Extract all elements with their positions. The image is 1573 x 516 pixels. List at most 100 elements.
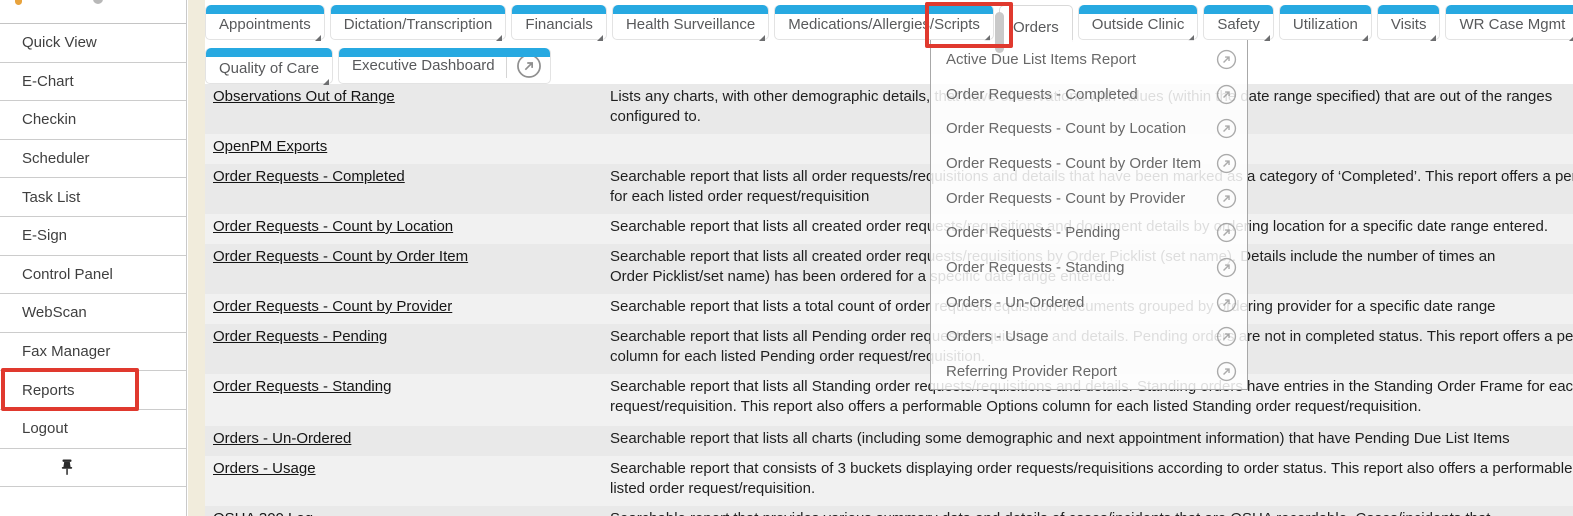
menu-item-order-requests-count-by-order-item[interactable]: Order Requests - Count by Order Item bbox=[931, 146, 1247, 181]
app-window: Quick View E-Chart Checkin Scheduler Tas… bbox=[0, 0, 1573, 516]
chevron-down-icon bbox=[315, 35, 321, 41]
tab-accent-bar bbox=[775, 5, 993, 14]
sidebar-item-label: Logout bbox=[22, 420, 68, 437]
sidebar-item-reports[interactable]: Reports bbox=[0, 371, 186, 410]
report-link-order-requests-count-by-order-item[interactable]: Order Requests - Count by Order Item bbox=[213, 247, 468, 267]
report-link-order-requests-completed[interactable]: Order Requests - Completed bbox=[213, 167, 405, 187]
orders-dropdown-menu: Active Due List Items Report Order Reque… bbox=[930, 40, 1248, 390]
tab-accent-bar bbox=[339, 48, 550, 57]
menu-item-active-due-list-items-report[interactable]: Active Due List Items Report bbox=[931, 42, 1247, 77]
menu-item-label: Orders - Un-Ordered bbox=[946, 294, 1084, 311]
sidebar-item-e-chart[interactable]: E-Chart bbox=[0, 63, 186, 102]
sidebar-item-label: WebScan bbox=[22, 304, 87, 321]
tab-label: Medications/Allergies/Scripts bbox=[788, 16, 980, 39]
open-report-icon[interactable] bbox=[1216, 84, 1237, 105]
tab-accent-bar bbox=[1079, 5, 1198, 14]
menu-item-referring-provider-report[interactable]: Referring Provider Report bbox=[931, 354, 1247, 389]
menu-item-orders-un-ordered[interactable]: Orders - Un-Ordered bbox=[931, 285, 1247, 320]
tab-executive-dashboard[interactable]: Executive Dashboard bbox=[338, 48, 551, 84]
sidebar-item-quick-view[interactable]: Quick View bbox=[0, 24, 186, 63]
tab-wr-case-mgmt[interactable]: WR Case Mgmt bbox=[1445, 5, 1573, 40]
tab-dictation-transcription[interactable]: Dictation/Transcription bbox=[330, 5, 507, 40]
sidebar-item-task-list[interactable]: Task List bbox=[0, 178, 186, 217]
menu-item-order-requests-completed[interactable]: Order Requests - Completed bbox=[931, 77, 1247, 112]
sidebar: Quick View E-Chart Checkin Scheduler Tas… bbox=[0, 0, 187, 516]
tab-utilization[interactable]: Utilization bbox=[1279, 5, 1372, 40]
report-link-orders-usage[interactable]: Orders - Usage bbox=[213, 459, 316, 479]
report-row: Orders - Un-Ordered Searchable report th… bbox=[205, 426, 1573, 456]
tab-visits[interactable]: Visits bbox=[1377, 5, 1441, 40]
report-description: Searchable report that lists all charts … bbox=[610, 426, 1573, 456]
description-line: request/requisition. This report also of… bbox=[610, 397, 1573, 417]
report-link-osha-300-log[interactable]: OSHA 300 Log bbox=[213, 509, 313, 516]
report-link-order-requests-count-by-location[interactable]: Order Requests - Count by Location bbox=[213, 217, 453, 237]
sidebar-item-e-sign[interactable]: E-Sign bbox=[0, 217, 186, 256]
tab-outside-clinic[interactable]: Outside Clinic bbox=[1078, 5, 1199, 40]
report-link-orders-un-ordered[interactable]: Orders - Un-Ordered bbox=[213, 429, 351, 449]
tab-health-surveillance[interactable]: Health Surveillance bbox=[612, 5, 769, 40]
sidebar-item-label: Fax Manager bbox=[22, 343, 110, 360]
open-report-icon[interactable] bbox=[1216, 49, 1237, 70]
menu-item-label: Active Due List Items Report bbox=[946, 51, 1136, 68]
sidebar-item-logout[interactable]: Logout bbox=[0, 410, 186, 449]
report-link-observations-out-of-range[interactable]: Observations Out of Range bbox=[213, 87, 395, 107]
report-row: Order Requests - Count by Order Item Sea… bbox=[205, 244, 1573, 294]
open-report-icon[interactable] bbox=[1216, 118, 1237, 139]
tab-scrollbar-thumb[interactable] bbox=[995, 12, 1004, 53]
tab-label: Health Surveillance bbox=[626, 16, 755, 39]
open-report-icon[interactable] bbox=[1216, 188, 1237, 209]
menu-item-order-requests-standing[interactable]: Order Requests - Standing bbox=[931, 250, 1247, 285]
tab-orders[interactable]: Orders bbox=[999, 5, 1073, 42]
sidebar-item-label: Task List bbox=[22, 189, 80, 206]
open-report-icon[interactable] bbox=[1216, 222, 1237, 243]
sidebar-item-label: Scheduler bbox=[22, 150, 90, 167]
open-report-icon[interactable] bbox=[1216, 257, 1237, 278]
chevron-down-icon bbox=[597, 35, 603, 41]
sidebar-item-checkin[interactable]: Checkin bbox=[0, 101, 186, 140]
report-link-order-requests-pending[interactable]: Order Requests - Pending bbox=[213, 327, 387, 347]
report-link-order-requests-standing[interactable]: Order Requests - Standing bbox=[213, 377, 391, 397]
report-link-openpm-exports[interactable]: OpenPM Exports bbox=[213, 137, 327, 157]
report-row: Order Requests - Count by Location Searc… bbox=[205, 214, 1573, 244]
menu-item-orders-usage[interactable]: Orders - Usage bbox=[931, 320, 1247, 355]
menu-item-order-requests-pending[interactable]: Order Requests - Pending bbox=[931, 216, 1247, 251]
report-row: Order Requests - Pending Searchable repo… bbox=[205, 324, 1573, 374]
open-report-icon[interactable] bbox=[1216, 326, 1237, 347]
open-report-icon[interactable] bbox=[1216, 153, 1237, 174]
tab-quality-of-care[interactable]: Quality of Care bbox=[205, 48, 333, 84]
tab-accent-bar bbox=[331, 5, 506, 14]
tab-medications-allergies-scripts[interactable]: Medications/Allergies/Scripts bbox=[774, 5, 994, 40]
menu-item-order-requests-count-by-location[interactable]: Order Requests - Count by Location bbox=[931, 111, 1247, 146]
tab-label: Executive Dashboard bbox=[352, 57, 495, 74]
sidebar-item-webscan[interactable]: WebScan bbox=[0, 294, 186, 333]
tab-appointments[interactable]: Appointments bbox=[205, 5, 325, 40]
sidebar-item-label: Control Panel bbox=[22, 266, 113, 283]
open-report-icon[interactable] bbox=[1216, 361, 1237, 382]
sidebar-item-control-panel[interactable]: Control Panel bbox=[0, 256, 186, 295]
open-report-icon[interactable] bbox=[1216, 292, 1237, 313]
menu-item-order-requests-count-by-provider[interactable]: Order Requests - Count by Provider bbox=[931, 181, 1247, 216]
report-description: Searchable report that consists of 3 buc… bbox=[610, 456, 1573, 506]
sidebar-item-scheduler[interactable]: Scheduler bbox=[0, 140, 186, 179]
description-line: Searchable report that lists all charts … bbox=[610, 429, 1573, 449]
menu-item-label: Referring Provider Report bbox=[946, 363, 1117, 380]
report-link-order-requests-count-by-provider[interactable]: Order Requests - Count by Provider bbox=[213, 297, 452, 317]
chevron-down-icon bbox=[1430, 35, 1436, 41]
sidebar-item-label: Quick View bbox=[22, 34, 97, 51]
tab-accent-bar bbox=[1446, 5, 1573, 14]
sidebar-item-label: E-Chart bbox=[22, 73, 74, 90]
sidebar-pin-toggle[interactable] bbox=[0, 449, 186, 488]
chevron-down-icon bbox=[323, 79, 329, 85]
tab-safety[interactable]: Safety bbox=[1203, 5, 1274, 40]
tab-accent-bar bbox=[512, 5, 606, 14]
logo-fragment bbox=[15, 0, 22, 5]
menu-item-label: Order Requests - Pending bbox=[946, 224, 1120, 241]
pushpin-icon bbox=[60, 459, 74, 475]
tab-financials[interactable]: Financials bbox=[511, 5, 607, 40]
sidebar-item-fax-manager[interactable]: Fax Manager bbox=[0, 333, 186, 372]
tab-label: Financials bbox=[525, 16, 593, 39]
description-line: Searchable report that consists of 3 buc… bbox=[610, 459, 1573, 479]
tab-row-2: Quality of Care Executive Dashboard bbox=[205, 48, 551, 84]
logo-fragment bbox=[93, 0, 103, 4]
tab-label: Appointments bbox=[219, 16, 311, 39]
